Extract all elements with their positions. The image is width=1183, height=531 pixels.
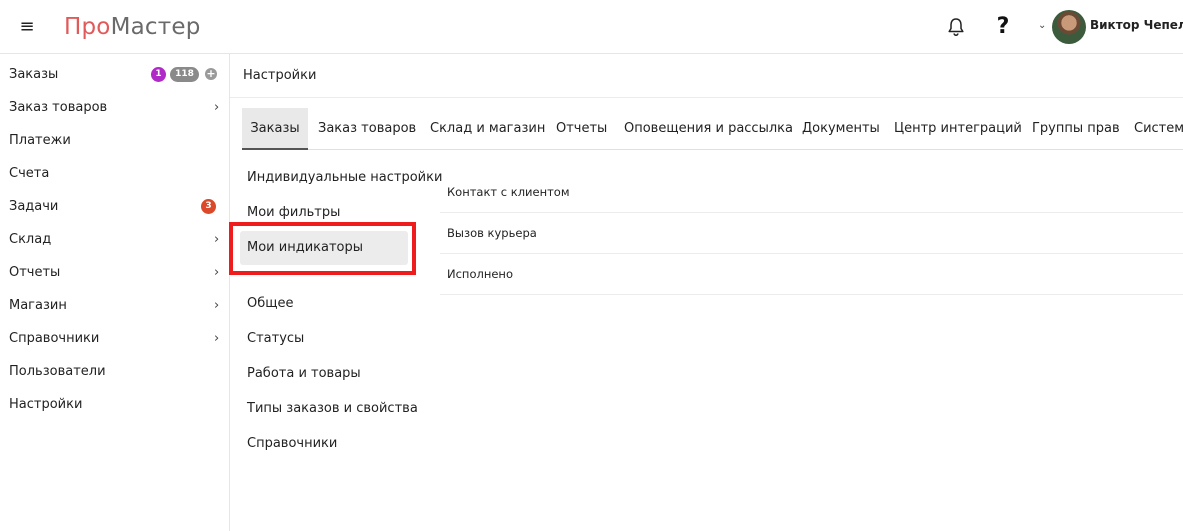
sidebar-item-label: Магазин [9, 298, 67, 313]
help-icon[interactable]: ? [992, 14, 1014, 40]
chevron-right-icon: › [214, 331, 220, 346]
tab-reports[interactable]: Отчеты [556, 108, 607, 150]
bell-icon[interactable] [945, 16, 967, 38]
user-avatar[interactable] [1052, 10, 1086, 44]
sidebar-item-orders[interactable]: Заказы 1 118 + [0, 58, 230, 91]
subnav-order-types[interactable]: Типы заказов и свойства [247, 397, 418, 421]
orders-count-badge: 118 [170, 67, 199, 82]
tasks-badge: 3 [201, 199, 216, 214]
chevron-right-icon: › [214, 232, 220, 247]
sidebar-item-directories[interactable]: Справочники › [0, 322, 230, 355]
settings-tabs: Заказы Заказ товаров Склад и магазин Отч… [242, 108, 1183, 150]
tab-system[interactable]: Система [1134, 108, 1183, 150]
app-logo[interactable]: ПроМастер [64, 13, 201, 41]
sidebar: Заказы 1 118 + Заказ товаров › Платежи С… [0, 54, 230, 531]
sidebar-item-invoices[interactable]: Счета [0, 157, 230, 190]
sidebar-item-label: Платежи [9, 133, 71, 148]
sidebar-item-users[interactable]: Пользователи [0, 355, 230, 388]
indicator-label: Контакт с клиентом [447, 185, 570, 199]
chevron-right-icon: › [214, 100, 220, 115]
sidebar-item-payments[interactable]: Платежи [0, 124, 230, 157]
logo-part-2: Мастер [110, 14, 201, 40]
tab-warehouse-shop[interactable]: Склад и магазин [430, 108, 545, 150]
sidebar-item-warehouse[interactable]: Склад › [0, 223, 230, 256]
hamburger-icon[interactable]: ≡ [16, 16, 38, 38]
tab-orders[interactable]: Заказы [242, 108, 308, 150]
divider [230, 97, 1183, 98]
sidebar-item-label: Задачи [9, 199, 59, 214]
chevron-right-icon: › [214, 298, 220, 313]
sidebar-item-label: Пользователи [9, 364, 106, 379]
logo-part-1: Про [64, 14, 111, 40]
sidebar-item-label: Склад [9, 232, 52, 247]
subnav-my-indicators[interactable]: Мои индикаторы [247, 236, 363, 260]
subnav-statuses[interactable]: Статусы [247, 327, 304, 351]
sidebar-item-goods-order[interactable]: Заказ товаров › [0, 91, 230, 124]
chevron-right-icon: › [214, 265, 220, 280]
sidebar-item-label: Счета [9, 166, 50, 181]
tab-integrations[interactable]: Центр интеграций [894, 108, 1022, 150]
user-name[interactable]: Виктор Чепел [1090, 18, 1183, 32]
sidebar-item-label: Отчеты [9, 265, 61, 280]
sidebar-item-tasks[interactable]: Задачи 3 [0, 190, 230, 223]
tab-rights-groups[interactable]: Группы прав [1032, 108, 1120, 150]
add-order-icon[interactable]: + [205, 68, 217, 80]
indicator-row[interactable]: Вызов курьера [440, 213, 1183, 254]
indicator-row[interactable]: Контакт с клиентом [440, 172, 1183, 213]
subnav-my-filters[interactable]: Мои фильтры [247, 201, 340, 225]
subnav-individual-settings[interactable]: Индивидуальные настройки [247, 166, 442, 190]
subnav-work-goods[interactable]: Работа и товары [247, 362, 361, 386]
top-header: ≡ ПроМастер ? ⌄ Виктор Чепел [0, 0, 1183, 54]
user-menu-chevron-icon[interactable]: ⌄ [1038, 20, 1050, 32]
new-orders-badge: 1 [151, 67, 166, 82]
sidebar-item-reports[interactable]: Отчеты › [0, 256, 230, 289]
subnav-directories[interactable]: Справочники [247, 432, 337, 456]
tab-documents[interactable]: Документы [802, 108, 880, 150]
tab-notifications[interactable]: Оповещения и рассылка [624, 108, 793, 150]
sidebar-item-label: Справочники [9, 331, 100, 346]
indicator-label: Вызов курьера [447, 226, 537, 240]
sidebar-item-label: Настройки [9, 397, 83, 412]
page-title: Настройки [243, 68, 317, 83]
indicator-label: Исполнено [447, 267, 513, 281]
tab-goods-order[interactable]: Заказ товаров [318, 108, 416, 150]
sidebar-item-label: Заказы [9, 67, 59, 82]
sidebar-item-label: Заказ товаров [9, 100, 108, 115]
subnav-general[interactable]: Общее [247, 292, 294, 316]
sidebar-item-settings[interactable]: Настройки [0, 388, 230, 421]
sidebar-item-shop[interactable]: Магазин › [0, 289, 230, 322]
indicator-row[interactable]: Исполнено [440, 254, 1183, 295]
